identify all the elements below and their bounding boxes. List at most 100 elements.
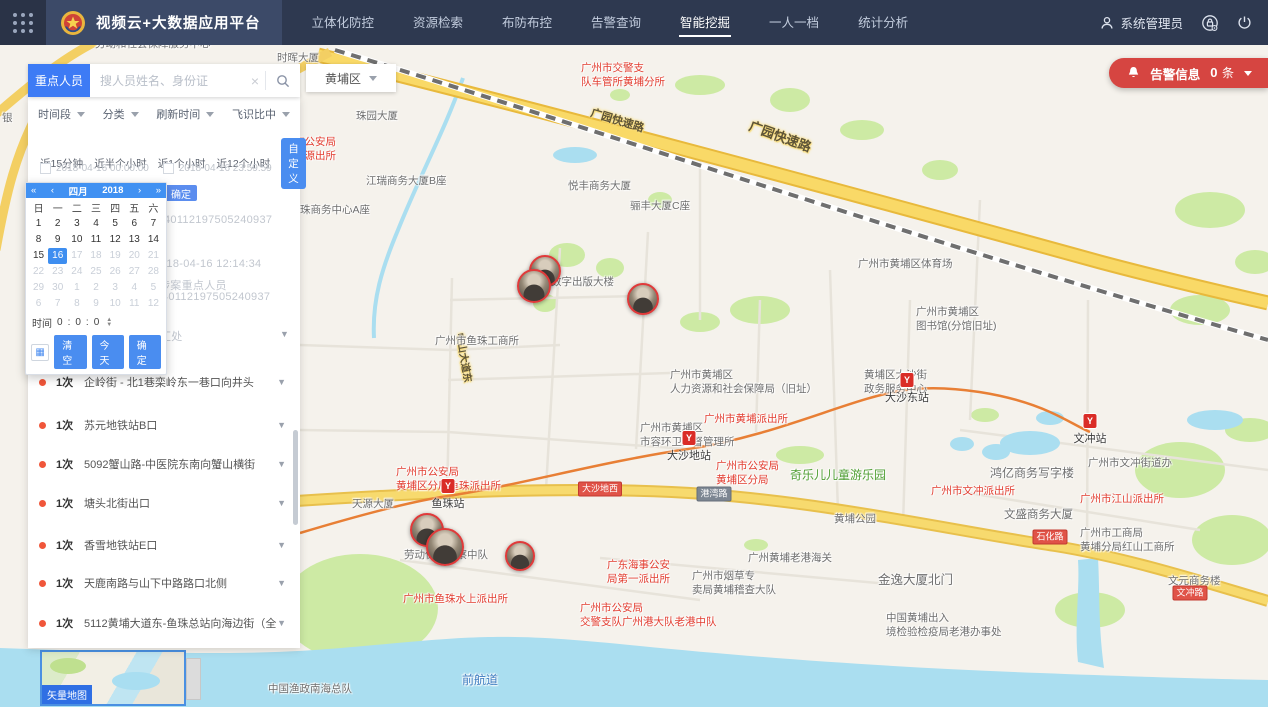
user-menu[interactable]: 系统管理员 — [1100, 13, 1183, 32]
person-capture-marker[interactable] — [517, 269, 551, 303]
location-row[interactable]: 1次5092蟹山路-中医院东南向蟹山横街▼ — [28, 452, 300, 476]
person-capture-marker[interactable] — [627, 283, 659, 315]
chevron-down-icon[interactable]: ▼ — [277, 540, 286, 550]
calendar-day[interactable]: 13 — [125, 232, 144, 248]
location-row[interactable]: 1次天鹿南路与山下中路路口北侧▼ — [28, 571, 300, 595]
app-grid-button[interactable] — [0, 0, 46, 45]
power-icon[interactable] — [1237, 15, 1252, 30]
calendar-year[interactable]: 2018 — [102, 185, 123, 196]
calendar-day[interactable]: 24 — [67, 264, 86, 280]
calendar-day[interactable]: 5 — [106, 216, 125, 232]
calendar-day[interactable]: 30 — [48, 280, 67, 296]
chevron-down-icon[interactable]: ▼ — [277, 377, 286, 387]
clear-button[interactable]: 清空 — [54, 335, 86, 369]
calendar-day[interactable]: 26 — [106, 264, 125, 280]
nav-item[interactable]: 资源检索 — [412, 8, 464, 37]
today-button[interactable]: 今天 — [92, 335, 124, 369]
calendar-day[interactable]: 12 — [144, 296, 163, 312]
date-to-field[interactable]: 2018-04-16 23:59:59 — [163, 163, 272, 174]
calendar-day[interactable]: 15 — [29, 248, 48, 264]
calendar-day[interactable]: 4 — [125, 280, 144, 296]
map-type-badge[interactable]: 矢量地图 — [42, 685, 92, 704]
calendar-day[interactable]: 16 — [48, 248, 67, 264]
chevron-down-icon[interactable]: ▼ — [277, 618, 286, 628]
nav-item[interactable]: 布防布控 — [501, 8, 553, 37]
calendar-day[interactable]: 6 — [125, 216, 144, 232]
calendar-day[interactable]: 6 — [29, 296, 48, 312]
calendar-day[interactable]: 1 — [29, 216, 48, 232]
nav-item[interactable]: 智能挖掘 — [679, 8, 731, 37]
calendar-day[interactable]: 23 — [48, 264, 67, 280]
nav-item[interactable]: 一人一档 — [768, 8, 820, 37]
person-type-button[interactable]: 重点人员 — [28, 64, 90, 97]
calendar-day[interactable]: 12 — [106, 232, 125, 248]
person-capture-marker[interactable] — [505, 541, 535, 571]
location-row[interactable]: 1次塘头北街出口▼ — [28, 491, 300, 515]
confirm-button[interactable]: 确定 — [165, 185, 197, 201]
custom-range-button[interactable]: 自定义 — [281, 138, 306, 189]
calendar-day[interactable]: 19 — [106, 248, 125, 264]
calendar-day[interactable]: 9 — [86, 296, 105, 312]
filter-dropdown[interactable]: 时间段 — [38, 106, 85, 122]
clear-icon[interactable]: × — [245, 73, 265, 89]
calendar-day[interactable]: 8 — [29, 232, 48, 248]
minute-value[interactable]: 0 — [75, 317, 81, 328]
location-row[interactable]: 1次香雪地铁站E口▼ — [28, 533, 300, 557]
chevron-down-icon[interactable]: ▼ — [277, 420, 286, 430]
scrollbar-thumb[interactable] — [293, 430, 298, 525]
search-input[interactable] — [90, 64, 245, 97]
calendar-day[interactable]: 21 — [144, 248, 163, 264]
filter-dropdown[interactable]: 飞识比中 — [232, 106, 290, 122]
next-month-icon[interactable]: › — [138, 185, 141, 196]
calendar-day[interactable]: 22 — [29, 264, 48, 280]
alert-banner[interactable]: 告警信息 0 条 — [1109, 58, 1268, 88]
minimap-handle[interactable] — [186, 658, 201, 700]
calendar-day[interactable]: 11 — [125, 296, 144, 312]
prev-year-icon[interactable]: « — [31, 185, 36, 196]
nav-item[interactable]: 统计分析 — [857, 8, 909, 37]
hour-value[interactable]: 0 — [57, 317, 63, 328]
date-from-field[interactable]: 2018-04-16 00:00:00 — [40, 163, 149, 174]
time-spinner[interactable]: ▲▼ — [106, 318, 112, 328]
nav-item[interactable]: 告警查询 — [590, 8, 642, 37]
calendar-day[interactable]: 3 — [67, 216, 86, 232]
calendar-day[interactable]: 7 — [48, 296, 67, 312]
filter-dropdown[interactable]: 刷新时间 — [156, 106, 214, 122]
search-button[interactable] — [266, 64, 300, 97]
calendar-day[interactable]: 2 — [86, 280, 105, 296]
chevron-down-icon[interactable]: ▼ — [280, 329, 289, 339]
person-capture-marker[interactable] — [426, 528, 464, 566]
calendar-day[interactable]: 14 — [144, 232, 163, 248]
calendar-day[interactable]: 11 — [86, 232, 105, 248]
confirm-button[interactable]: 确定 — [129, 335, 161, 369]
calendar-month[interactable]: 四月 — [69, 184, 88, 198]
calendar-day[interactable]: 1 — [67, 280, 86, 296]
next-year-icon[interactable]: » — [156, 185, 161, 196]
calendar-grid-icon[interactable]: ▦ — [31, 344, 49, 361]
calendar-day[interactable]: 3 — [106, 280, 125, 296]
calendar-day[interactable]: 10 — [67, 232, 86, 248]
calendar-day[interactable]: 20 — [125, 248, 144, 264]
prev-month-icon[interactable]: ‹ — [51, 185, 54, 196]
calendar-day[interactable]: 28 — [144, 264, 163, 280]
security-lock-icon[interactable] — [1201, 14, 1219, 32]
calendar-day[interactable]: 4 — [86, 216, 105, 232]
calendar-day[interactable]: 2 — [48, 216, 67, 232]
calendar-day[interactable]: 7 — [144, 216, 163, 232]
calendar-day[interactable]: 9 — [48, 232, 67, 248]
calendar-day[interactable]: 27 — [125, 264, 144, 280]
chevron-down-icon[interactable]: ▼ — [277, 578, 286, 588]
chevron-down-icon[interactable]: ▼ — [277, 459, 286, 469]
location-row[interactable]: 1次苏元地铁站B口▼ — [28, 413, 300, 437]
calendar-day[interactable]: 17 — [67, 248, 86, 264]
calendar-day[interactable]: 25 — [86, 264, 105, 280]
filter-dropdown[interactable]: 分类 — [103, 106, 139, 122]
calendar-day[interactable]: 5 — [144, 280, 163, 296]
minimap[interactable]: 矢量地图 — [40, 650, 186, 706]
chevron-down-icon[interactable]: ▼ — [277, 498, 286, 508]
nav-item[interactable]: 立体化防控 — [310, 8, 375, 37]
calendar-day[interactable]: 10 — [106, 296, 125, 312]
location-row[interactable]: 1次5112黄埔大道东-鱼珠总站向海边街（全）▼ — [28, 611, 300, 635]
district-dropdown[interactable]: 黄埔区 — [306, 64, 396, 92]
alert-chevron-icon[interactable] — [1244, 71, 1252, 76]
